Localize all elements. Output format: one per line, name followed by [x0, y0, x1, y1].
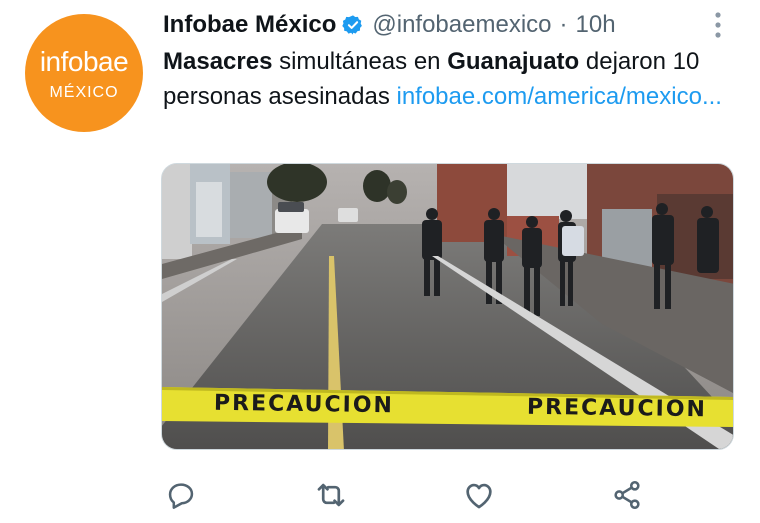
caution-tape-text: PRECAUCION: [213, 390, 395, 419]
tweet-text-bold-1: Masacres: [163, 48, 273, 75]
tweet-text-bold-2: Guanajuato: [447, 48, 580, 75]
reply-icon: [168, 483, 194, 509]
tweet-link[interactable]: infobae.com/america/mexico...: [396, 83, 721, 110]
caution-tape-text-2: PRECAUCION: [526, 394, 708, 423]
profile-avatar[interactable]: infobae MÉXICO: [25, 14, 143, 132]
retweet-button[interactable]: [312, 476, 350, 514]
tweet-text-part-1: simultáneas en: [272, 48, 448, 75]
verified-badge-icon: [342, 15, 363, 35]
avatar-brand-text: infobae: [39, 46, 129, 77]
display-name[interactable]: Infobae México: [163, 11, 336, 39]
avatar-country-text: MÉXICO: [49, 84, 119, 101]
reply-button[interactable]: [162, 476, 200, 514]
timestamp[interactable]: 10h: [576, 11, 616, 39]
share-button[interactable]: [608, 476, 646, 514]
handle[interactable]: @infobaemexico: [372, 11, 551, 39]
retweet-icon: [317, 483, 345, 507]
share-icon: [614, 480, 640, 510]
like-button[interactable]: [460, 476, 498, 514]
tweet-header: Infobae México @infobaemexico · 10h: [163, 10, 616, 40]
separator-dot: ·: [559, 11, 568, 38]
tweet-actions-bar: [0, 470, 760, 520]
more-options-icon[interactable]: [712, 10, 724, 40]
tweet-text: Masacres simultáneas en Guanajuato dejar…: [163, 44, 743, 114]
like-icon: [466, 483, 492, 509]
tweet-media-image[interactable]: PRECAUCION PRECAUCION: [161, 163, 734, 450]
